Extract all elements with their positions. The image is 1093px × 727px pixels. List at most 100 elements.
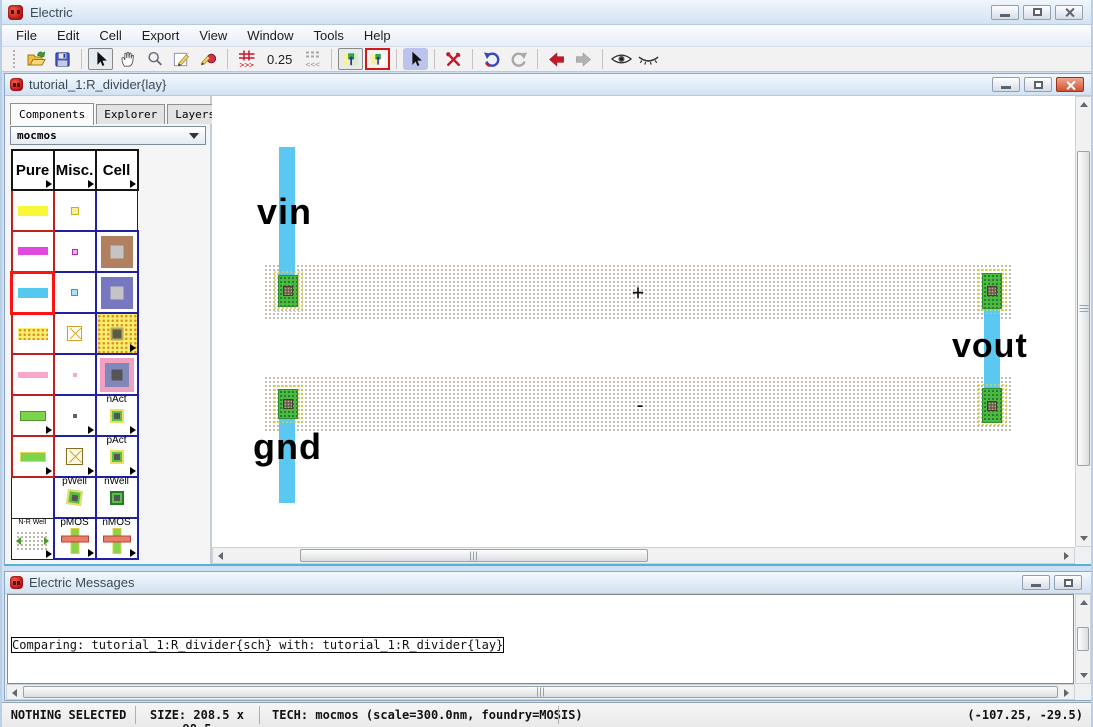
palette-metal3-pin[interactable]: [52, 353, 97, 396]
palette-poly2-arc[interactable]: [10, 312, 55, 355]
export-label-vout[interactable]: vout: [952, 329, 1028, 363]
scroll-left-button[interactable]: [213, 548, 228, 563]
palette-metal23-contact[interactable]: [94, 353, 139, 396]
grid-spacing-value[interactable]: 0.25: [261, 52, 298, 67]
contact-bottom-right[interactable]: [982, 388, 1002, 423]
messages-titlebar[interactable]: Electric Messages: [5, 572, 1091, 594]
vscroll-thumb[interactable]: [1077, 627, 1089, 651]
go-back-icon: [549, 51, 565, 67]
messages-vscrollbar[interactable]: [1075, 594, 1091, 684]
menu-cell[interactable]: Cell: [89, 26, 131, 46]
objects-select-button[interactable]: [403, 48, 429, 70]
export-label-vin[interactable]: vin: [257, 194, 312, 230]
scroll-down-button[interactable]: [1076, 531, 1091, 546]
layout-canvas[interactable]: vin vout gnd + -: [212, 96, 1091, 564]
zoom-mode-button[interactable]: [142, 48, 167, 70]
contact-top-right[interactable]: [982, 273, 1002, 309]
palette-metal1-pin[interactable]: [52, 271, 97, 314]
edit-window-titlebar[interactable]: tutorial_1:R_divider{lay}: [5, 74, 1091, 96]
contact-bottom-left[interactable]: [278, 389, 298, 419]
edit-cell-button[interactable]: [169, 48, 194, 70]
alignment-button[interactable]: <<<: [300, 48, 325, 70]
palette-nactive-arc[interactable]: [10, 394, 55, 437]
undo-button[interactable]: [479, 48, 504, 70]
palette-pactive-contact[interactable]: pAct: [94, 435, 139, 478]
palette-pmos-node[interactable]: pMOS: [52, 517, 97, 560]
maximize-button[interactable]: [1023, 4, 1051, 20]
scroll-left-button[interactable]: [7, 685, 22, 700]
menu-edit[interactable]: Edit: [47, 26, 89, 46]
edit-minimize-button[interactable]: [992, 77, 1020, 92]
menu-window[interactable]: Window: [237, 26, 303, 46]
contact-top-left[interactable]: [278, 275, 298, 307]
hscroll-thumb[interactable]: [300, 549, 648, 562]
toolbar-grip[interactable]: [12, 49, 16, 69]
scroll-right-button[interactable]: [1059, 548, 1074, 563]
canvas-vscrollbar[interactable]: [1075, 96, 1091, 547]
edit-close-button[interactable]: [1056, 77, 1084, 92]
thumb-grip: [536, 687, 545, 697]
redo-button[interactable]: [506, 48, 531, 70]
palette-metal12-contact[interactable]: [94, 230, 139, 273]
palette-empty-cell[interactable]: [11, 476, 54, 519]
special-select-button[interactable]: [196, 48, 221, 70]
palette-poly-pin[interactable]: [52, 230, 97, 273]
palette-pactive-pin[interactable]: [52, 435, 97, 478]
export-label-gnd[interactable]: gnd: [253, 429, 322, 465]
vscroll-thumb[interactable]: [1077, 151, 1090, 466]
palette-nactive-contact[interactable]: nAct: [94, 394, 139, 437]
scroll-up-button[interactable]: [1076, 595, 1091, 610]
palette-poly2-pin[interactable]: [52, 312, 97, 355]
palette-header-pure[interactable]: Pure: [10, 149, 55, 191]
pin-exports-button[interactable]: [365, 48, 391, 70]
preferences-button[interactable]: [441, 48, 466, 70]
messages-text-area[interactable]: Comparing: tutorial_1:R_divider{sch} wit…: [7, 594, 1074, 684]
palette-metal2-arc[interactable]: [10, 189, 55, 232]
palette-metal3-arc[interactable]: [10, 353, 55, 396]
technology-dropdown[interactable]: mocmos: [10, 126, 206, 145]
messages-restore-button[interactable]: [1054, 575, 1082, 590]
pin-all-button[interactable]: [338, 48, 364, 70]
pan-mode-button[interactable]: [115, 48, 140, 70]
go-forward-button[interactable]: [571, 48, 596, 70]
palette-pwell-node[interactable]: pWell: [52, 476, 97, 519]
palette-nwell-node[interactable]: nWell: [94, 476, 139, 519]
tab-explorer[interactable]: Explorer: [96, 104, 166, 124]
palette-metal1-arc-selected[interactable]: [10, 270, 55, 315]
menu-export[interactable]: Export: [132, 26, 190, 46]
palette-metal2-pin[interactable]: [52, 189, 97, 232]
palette-pactive-arc[interactable]: [10, 435, 55, 478]
minimize-button[interactable]: [991, 4, 1019, 20]
messages-hscrollbar[interactable]: [6, 684, 1075, 700]
scroll-up-button[interactable]: [1076, 97, 1091, 112]
select-mode-button[interactable]: [88, 48, 113, 70]
go-back-button[interactable]: [544, 48, 569, 70]
palette-nactive-pin[interactable]: [52, 394, 97, 437]
edit-restore-button[interactable]: [1024, 77, 1052, 92]
palette-via-node[interactable]: [94, 271, 139, 314]
palette-poly-arc[interactable]: [10, 230, 55, 273]
hscroll-thumb[interactable]: [23, 686, 1058, 698]
canvas-hscrollbar[interactable]: [212, 547, 1075, 564]
toolbar-separator: [602, 49, 604, 69]
menu-tools[interactable]: Tools: [304, 26, 354, 46]
scroll-down-button[interactable]: [1076, 668, 1091, 683]
palette-header-cell[interactable]: Cell: [94, 149, 139, 191]
palette-empty-cell[interactable]: [95, 189, 138, 232]
palette-header-misc[interactable]: Misc.: [52, 149, 97, 191]
open-button[interactable]: [23, 48, 48, 70]
tab-components[interactable]: Components: [10, 103, 95, 125]
menu-file[interactable]: File: [6, 26, 47, 46]
palette-nmos-node[interactable]: nMOS: [94, 517, 139, 560]
save-button[interactable]: [50, 48, 75, 70]
close-button[interactable]: [1055, 4, 1083, 20]
messages-minimize-button[interactable]: [1022, 575, 1050, 590]
grid-toggle-button[interactable]: >>>: [234, 48, 259, 70]
scroll-right-button[interactable]: [1059, 685, 1074, 700]
unexpand-button[interactable]: [636, 48, 661, 70]
menu-help[interactable]: Help: [354, 26, 401, 46]
menu-view[interactable]: View: [189, 26, 237, 46]
palette-poly-contact[interactable]: [94, 312, 139, 355]
expand-button[interactable]: [609, 48, 634, 70]
palette-nrwell-node[interactable]: N-R Well: [11, 517, 54, 560]
